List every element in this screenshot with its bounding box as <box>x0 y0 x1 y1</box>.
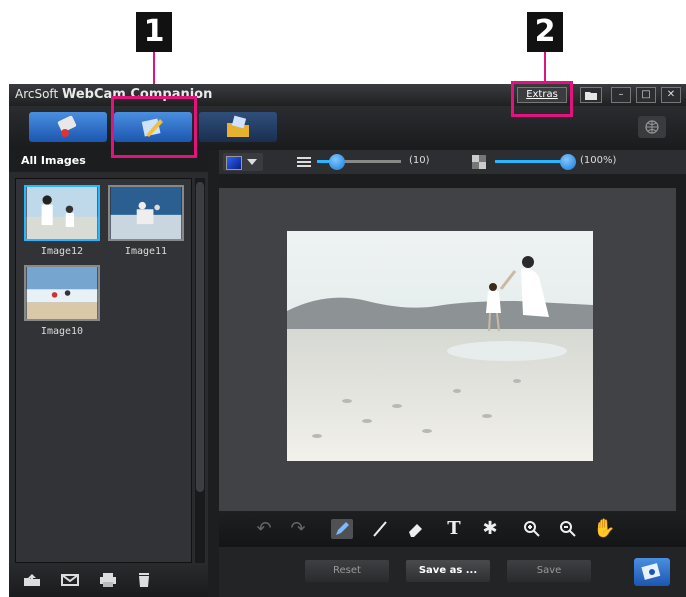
capture-icon <box>57 115 77 137</box>
chevron-down-icon <box>247 159 257 165</box>
opacity-icon <box>472 155 486 169</box>
callout-2: 2 <box>527 12 563 52</box>
reset-button[interactable]: Reset <box>305 560 389 582</box>
thumbnail-list: Image12 Image11 Image10 <box>15 178 192 563</box>
text-icon[interactable]: T <box>443 519 465 539</box>
thumbnail-caption: Image10 <box>40 326 84 337</box>
color-picker[interactable] <box>223 153 263 171</box>
save-as-button[interactable]: Save as ... <box>406 560 490 582</box>
redo-icon[interactable]: ↷ <box>287 519 309 539</box>
brush-size-value: (10) <box>409 155 430 166</box>
zoom-out-icon[interactable] <box>557 519 579 539</box>
image-sidebar: All Images Image12 Image11 Image10 <box>9 150 208 597</box>
callout-1: 1 <box>136 12 172 52</box>
thumbnail-image12-picture <box>24 185 100 241</box>
line-icon[interactable] <box>369 519 391 539</box>
close-button[interactable]: ✕ <box>661 87 681 103</box>
edited-photo <box>287 231 593 461</box>
brush-size-knob[interactable] <box>329 154 345 170</box>
manage-mode-button[interactable] <box>199 112 277 142</box>
folder-icon <box>585 92 597 100</box>
email-icon[interactable] <box>61 573 79 587</box>
share-button[interactable] <box>634 558 670 586</box>
brush-size-icon <box>297 157 311 167</box>
zoom-in-icon[interactable] <box>521 519 543 539</box>
callout-1-highlight <box>111 96 197 158</box>
thumbnail-image10-picture <box>24 265 100 321</box>
maximize-button[interactable]: □ <box>636 87 656 103</box>
thumbnail-image11-picture <box>108 185 184 241</box>
folder-button[interactable] <box>580 87 602 103</box>
drawing-tools: ↶ ↷ T ✱ ✋ <box>219 511 686 547</box>
globe-icon <box>645 120 659 134</box>
action-bar: Reset Save as ... Save <box>219 547 686 597</box>
sidebar-actions <box>9 563 208 597</box>
print-icon[interactable] <box>99 573 117 587</box>
minimize-button[interactable]: – <box>611 87 631 103</box>
color-swatch <box>226 156 242 170</box>
open-folder-icon <box>227 115 249 137</box>
undo-icon[interactable]: ↶ <box>253 519 275 539</box>
thumbnail-scrollbar[interactable] <box>195 178 205 563</box>
capture-mode-button[interactable] <box>29 112 107 142</box>
opacity-slider[interactable] <box>495 160 569 163</box>
opacity-value: (100%) <box>580 155 617 166</box>
eraser-icon[interactable] <box>405 519 427 539</box>
share-icon <box>641 563 661 580</box>
thumbnail-image12[interactable]: Image12 <box>24 185 100 257</box>
scrollbar-thumb[interactable] <box>196 182 204 492</box>
trash-icon[interactable] <box>135 573 153 587</box>
import-icon[interactable] <box>23 573 41 587</box>
opacity-knob[interactable] <box>560 154 576 170</box>
save-button[interactable]: Save <box>507 560 591 582</box>
stamp-icon[interactable]: ✱ <box>479 519 501 539</box>
hand-icon[interactable]: ✋ <box>593 519 615 539</box>
language-button[interactable] <box>638 116 666 138</box>
thumbnail-caption: Image12 <box>40 246 84 257</box>
callout-2-highlight <box>511 81 573 117</box>
editor-options-bar: (10) (100%) <box>219 150 686 175</box>
pencil-icon[interactable] <box>331 519 353 539</box>
thumbnail-caption: Image11 <box>124 246 168 257</box>
callout-2-leader <box>544 52 546 81</box>
thumbnail-image11[interactable]: Image11 <box>108 185 184 257</box>
brand-name: ArcSoft <box>15 87 59 101</box>
thumbnail-image10[interactable]: Image10 <box>24 265 100 337</box>
